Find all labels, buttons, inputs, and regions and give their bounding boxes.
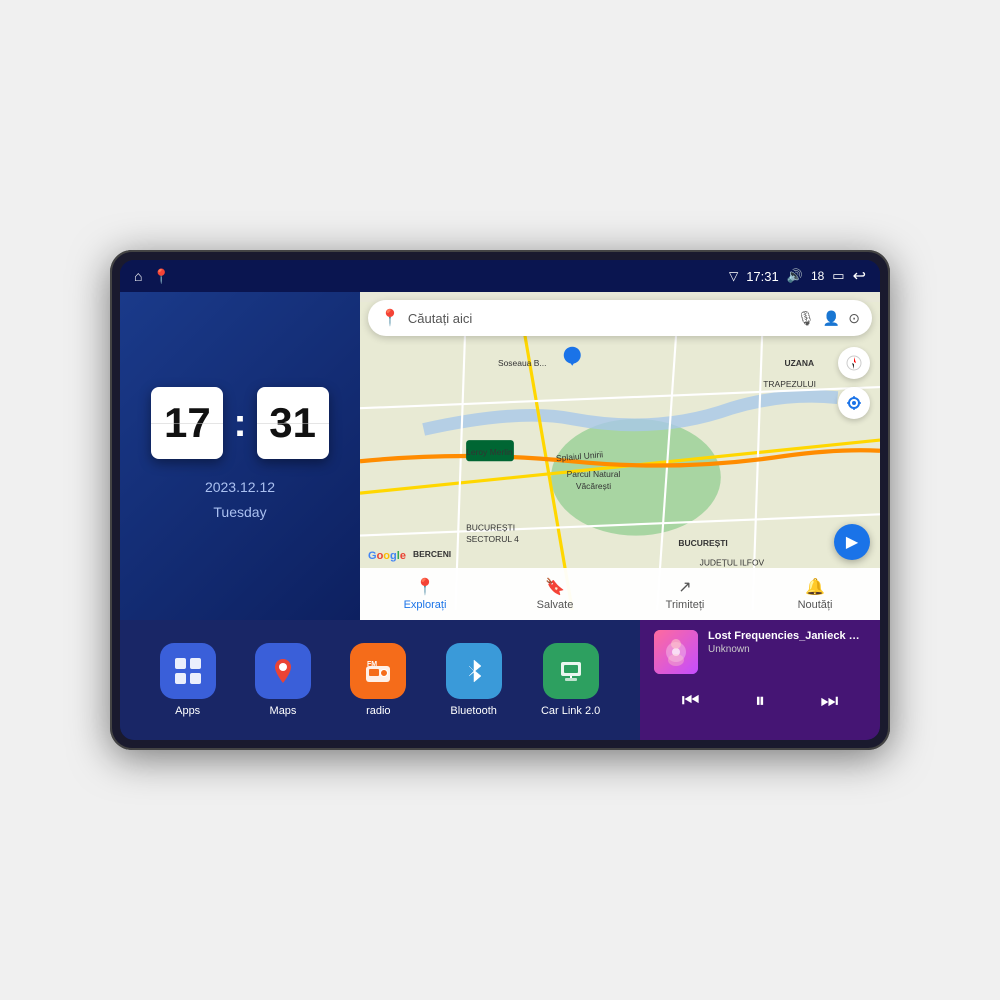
news-icon: 🔔 [805,577,825,597]
layers-icon[interactable]: ⊙ [848,310,860,327]
flip-clock: 17 : 31 [151,387,328,459]
account-icon[interactable]: 👤 [823,310,840,327]
screen: ⌂ 📍 ▽ 17:31 🔊 18 ▭ ↩ 17 : [120,260,880,740]
map-panel[interactable]: BERCENI BUCUREȘTI JUDEȚUL ILFOV TRAPEZUL… [360,292,880,620]
bluetooth-label: Bluetooth [450,705,496,717]
map-pin-icon: 📍 [380,308,400,328]
status-right-icons: ▽ 17:31 🔊 18 ▭ ↩ [729,266,866,286]
send-icon: ↗ [678,577,691,597]
maps-label: Maps [270,705,297,717]
play-pause-button[interactable]: ⏸ [745,686,775,717]
saved-icon: 🔖 [545,577,565,597]
status-left-icons: ⌂ 📍 [134,268,170,285]
radio-label: radio [366,705,390,717]
explore-icon: 📍 [415,577,435,597]
top-row: 17 : 31 2023.12.12 Tuesday [120,292,880,620]
navigation-start-button[interactable]: ▶ [834,524,870,560]
clock-minutes: 31 [257,387,329,459]
maps-status-icon[interactable]: 📍 [152,268,169,285]
app-radio[interactable]: FM radio [350,643,406,717]
map-search-text[interactable]: Căutați aici [408,311,789,326]
svg-text:Soseaua B...: Soseaua B... [498,358,547,368]
next-button[interactable]: ⏭ [810,686,848,717]
carlink-icon [543,643,599,699]
app-maps[interactable]: Maps [255,643,311,717]
status-time: 17:31 [746,269,779,284]
back-icon[interactable]: ↩ [853,266,866,286]
clock-date-value: 2023.12.12 [205,475,275,500]
map-nav-send[interactable]: ↗ Trimiteți [620,577,750,611]
clock-day-value: Tuesday [205,500,275,525]
music-title: Lost Frequencies_Janieck Devy-... [708,630,866,642]
apps-icon [160,643,216,699]
battery-level: 18 [811,269,824,283]
clock-date: 2023.12.12 Tuesday [205,475,275,525]
car-head-unit: ⌂ 📍 ▽ 17:31 🔊 18 ▭ ↩ 17 : [110,250,890,750]
music-top: Lost Frequencies_Janieck Devy-... Unknow… [654,630,866,674]
news-label: Noutăți [798,599,833,611]
svg-text:BUCUREȘTI: BUCUREȘTI [466,522,515,532]
map-nav-news[interactable]: 🔔 Noutăți [750,577,880,611]
svg-text:JUDEȚUL ILFOV: JUDEȚUL ILFOV [700,557,765,567]
music-artist: Unknown [708,644,866,655]
music-controls: ⏮ ⏸ ⏭ [654,686,866,717]
clock-colon: : [233,403,246,443]
app-apps[interactable]: Apps [160,643,216,717]
map-nav-saved[interactable]: 🔖 Salvate [490,577,620,611]
app-carlink[interactable]: Car Link 2.0 [541,643,600,717]
svg-text:UZANA: UZANA [784,358,814,368]
clock-panel: 17 : 31 2023.12.12 Tuesday [120,292,360,620]
music-album-art [654,630,698,674]
svg-text:SECTORUL 4: SECTORUL 4 [466,534,519,544]
clock-hours: 17 [151,387,223,459]
maps-icon [255,643,311,699]
svg-text:Leroy Merlin: Leroy Merlin [466,447,513,457]
location-button[interactable] [838,387,870,419]
bluetooth-icon-display [446,643,502,699]
map-bottom-nav: 📍 Explorați 🔖 Salvate ↗ Trimiteți 🔔 [360,568,880,620]
svg-text:Văcărești: Văcărești [576,481,611,491]
map-search-icons: 🎙 👤 ⊙ [797,310,860,327]
send-label: Trimiteți [666,599,705,611]
apps-panel: Apps Maps [120,620,640,740]
music-panel: Lost Frequencies_Janieck Devy-... Unknow… [640,620,880,740]
music-info: Lost Frequencies_Janieck Devy-... Unknow… [708,630,866,655]
saved-label: Salvate [537,599,574,611]
map-nav-explore[interactable]: 📍 Explorați [360,577,490,611]
carlink-label: Car Link 2.0 [541,705,600,717]
bottom-row: Apps Maps [120,620,880,740]
svg-text:FM: FM [367,661,377,668]
map-search-bar[interactable]: 📍 Căutați aici 🎙 👤 ⊙ [368,300,872,336]
signal-icon: ▽ [729,269,738,283]
mic-icon[interactable]: 🎙 [797,310,815,327]
svg-text:TRAPEZULUI: TRAPEZULUI [763,379,816,389]
explore-label: Explorați [404,599,447,611]
app-bluetooth[interactable]: Bluetooth [446,643,502,717]
svg-text:BERCENI: BERCENI [413,549,451,559]
battery-icon: ▭ [832,268,844,284]
prev-button[interactable]: ⏮ [672,686,710,717]
main-content: 17 : 31 2023.12.12 Tuesday [120,292,880,740]
svg-text:BUCUREȘTI: BUCUREȘTI [678,538,727,548]
apps-label: Apps [175,705,200,717]
status-bar: ⌂ 📍 ▽ 17:31 🔊 18 ▭ ↩ [120,260,880,292]
home-icon[interactable]: ⌂ [134,268,142,284]
radio-icon: FM [350,643,406,699]
svg-text:Parcul Natural: Parcul Natural [567,469,621,479]
volume-icon: 🔊 [787,268,803,284]
compass-icon[interactable] [838,347,870,379]
google-logo: Google [368,550,406,562]
